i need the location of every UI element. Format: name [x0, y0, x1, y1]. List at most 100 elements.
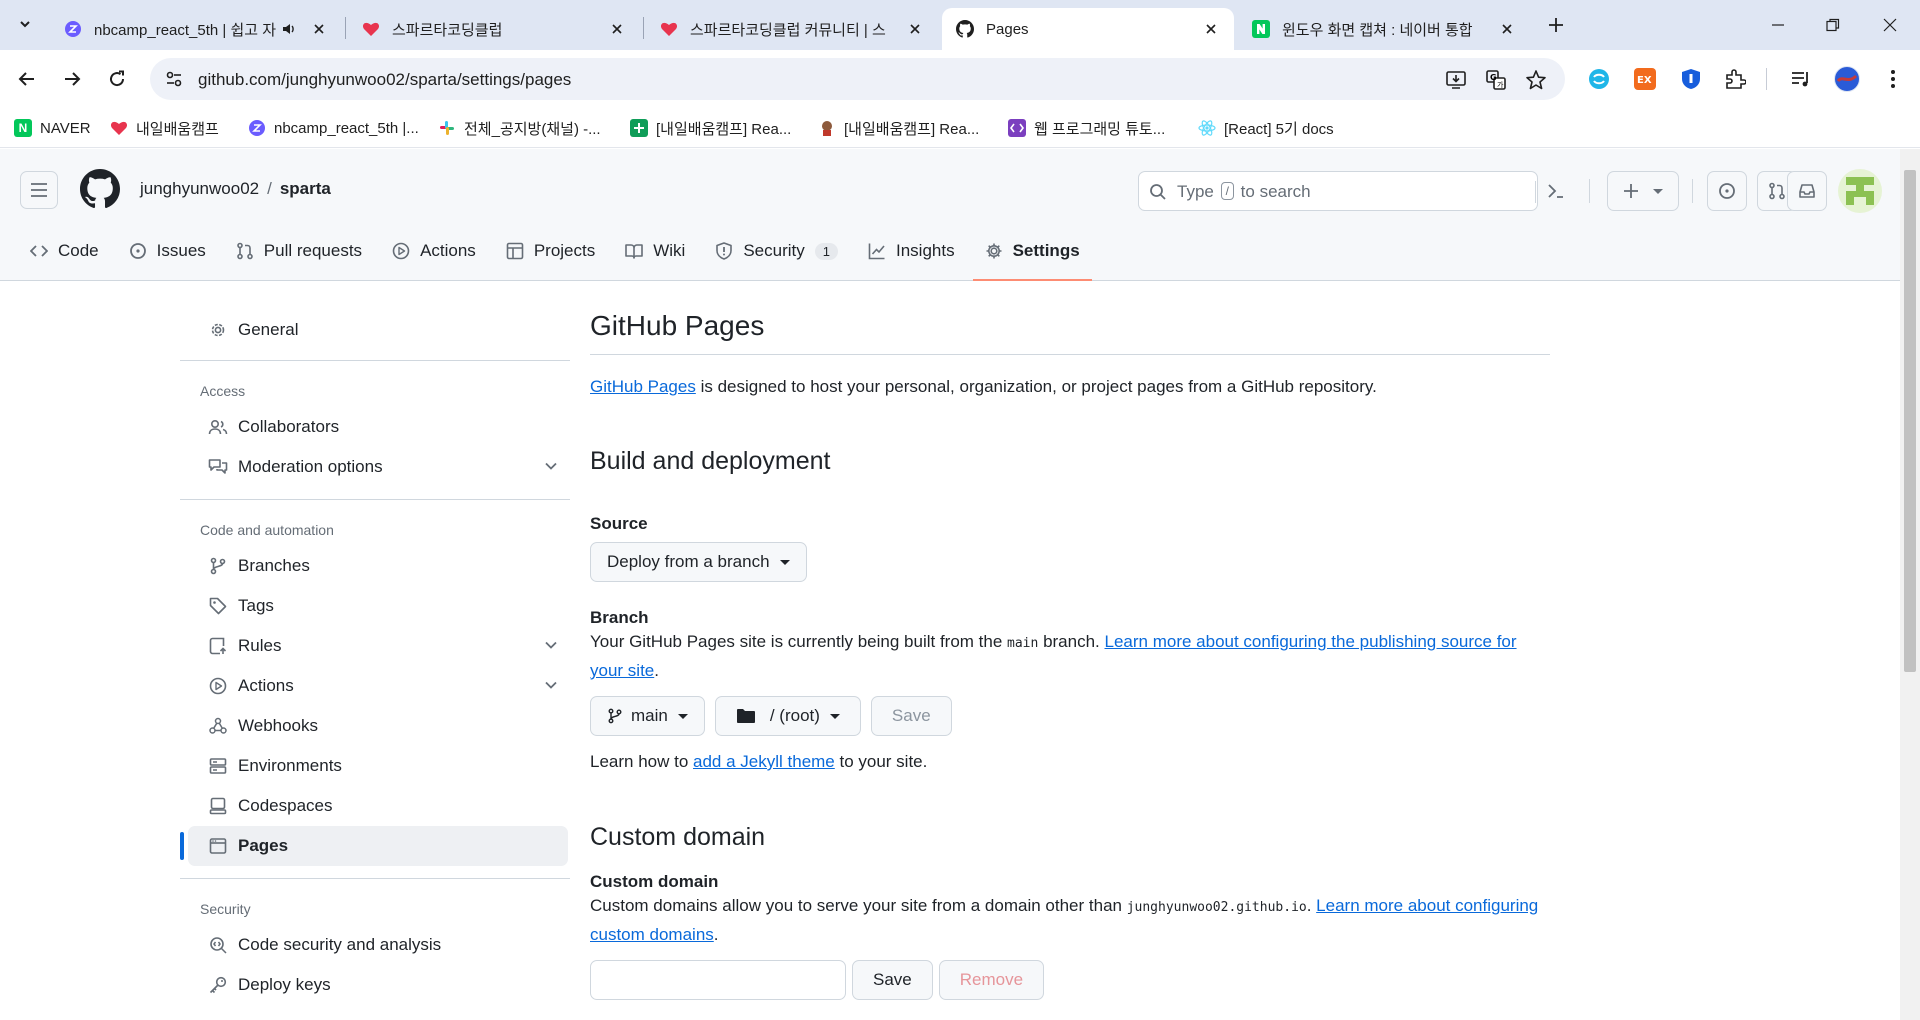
issue-icon — [129, 242, 147, 260]
password-manager-icon[interactable] — [1678, 66, 1704, 92]
close-icon[interactable] — [310, 20, 328, 38]
sidebar-item-branches[interactable]: Branches — [188, 546, 568, 586]
sidebar-item-general[interactable]: General — [188, 310, 568, 350]
sidebar-item-pages[interactable]: Pages — [180, 826, 568, 866]
extension-icon[interactable] — [1586, 66, 1612, 92]
sidebar-item-rules[interactable]: Rules — [188, 626, 568, 666]
browser-tab[interactable]: 윈도우 화면 캡쳐 : 네이버 통합 — [1238, 8, 1530, 50]
command-palette-icon[interactable] — [1547, 182, 1565, 200]
custom-domain-input[interactable] — [590, 960, 846, 1000]
github-logo-icon[interactable] — [80, 169, 120, 209]
bookmark-item[interactable]: [내일배움캠프] Rea... — [818, 116, 979, 140]
bookmark-item[interactable]: 웹 프로그래밍 튜토... — [1008, 116, 1165, 140]
back-button[interactable] — [12, 64, 42, 94]
tab-title: Pages — [986, 20, 1029, 38]
save-domain-button[interactable]: Save — [852, 960, 933, 1000]
repo-owner-link[interactable]: junghyunwoo02 — [140, 179, 259, 198]
sparta-heart-icon — [660, 20, 678, 38]
graph-icon — [868, 242, 886, 260]
url-text[interactable]: github.com/junghyunwoo02/sparta/settings… — [198, 70, 571, 90]
jekyll-theme-link[interactable]: add a Jekyll theme — [693, 752, 835, 771]
search-input[interactable]: Type / to search — [1138, 171, 1563, 211]
bookmark-label: 전체_공지방(채널) -... — [464, 120, 601, 138]
source-select-button[interactable]: Deploy from a branch — [590, 542, 807, 582]
kebab-menu-icon[interactable] — [1880, 66, 1906, 92]
custom-domain-text: Custom domains allow you to serve your s… — [590, 896, 1127, 915]
chevron-down-icon[interactable] — [544, 678, 558, 692]
close-icon[interactable] — [1498, 20, 1516, 38]
media-control-icon[interactable] — [1788, 66, 1814, 92]
inbox-button[interactable] — [1787, 171, 1827, 211]
translate-icon[interactable]: G가 — [1484, 68, 1508, 92]
address-bar[interactable]: github.com/junghyunwoo02/sparta/settings… — [150, 58, 1565, 100]
profile-avatar-icon[interactable] — [1834, 66, 1860, 92]
close-window-button[interactable] — [1877, 12, 1903, 38]
bookmark-item[interactable]: [내일배움캠프] Rea... — [630, 116, 791, 140]
sidebar-item-moderation-options[interactable]: Moderation options — [188, 447, 568, 487]
tab-wiki[interactable]: Wiki — [613, 229, 697, 273]
sidebar-item-tags[interactable]: Tags — [188, 586, 568, 626]
close-icon — [1883, 18, 1897, 32]
tab-issues[interactable]: Issues — [117, 229, 218, 273]
close-icon[interactable] — [1202, 20, 1220, 38]
sidebar-item-label: Deploy keys — [238, 975, 331, 994]
plus-icon — [1624, 184, 1638, 198]
tab-projects[interactable]: Projects — [494, 229, 607, 273]
reload-button[interactable] — [102, 64, 132, 94]
new-tab-button[interactable] — [1543, 12, 1569, 38]
bookmark-item[interactable]: 전체_공지방(채널) -... — [438, 116, 601, 140]
sidebar-item-code-security[interactable]: Code security and analysis — [188, 925, 568, 965]
site-info-icon[interactable] — [164, 69, 184, 89]
user-avatar[interactable] — [1838, 169, 1882, 213]
header-divider — [1589, 179, 1590, 203]
browser-tab[interactable]: 스파르타코딩클럽 — [348, 8, 640, 50]
bookmark-item[interactable]: nbcamp_react_5th |... — [248, 116, 419, 140]
close-icon[interactable] — [608, 20, 626, 38]
bookmark-label: NAVER — [40, 119, 91, 137]
scrollbar-thumb[interactable] — [1904, 170, 1916, 672]
folder-select-button[interactable]: / (root) — [714, 696, 861, 736]
minimize-button[interactable] — [1765, 12, 1791, 38]
sidebar-item-environments[interactable]: Environments — [188, 746, 568, 786]
sidebar-item-collaborators[interactable]: Collaborators — [188, 407, 568, 447]
bookmark-item[interactable]: 내일배움캠프 — [110, 116, 219, 140]
sidebar-item-webhooks[interactable]: Webhooks — [188, 706, 568, 746]
tab-security[interactable]: Security 1 — [703, 229, 850, 273]
browser-tab[interactable]: 스파르타코딩클럽 커뮤니티 | 스 — [646, 8, 938, 50]
sidebar-heading: Code and automation — [200, 522, 334, 538]
save-branch-button[interactable]: Save — [870, 696, 952, 736]
sidebar-item-actions[interactable]: Actions — [188, 666, 568, 706]
remove-domain-button[interactable]: Remove — [938, 960, 1045, 1000]
restore-button[interactable] — [1820, 12, 1846, 38]
bookmark-item[interactable]: [React] 5기 docs — [1198, 116, 1334, 140]
tab-insights[interactable]: Insights — [856, 229, 967, 273]
speaker-icon[interactable] — [280, 20, 298, 38]
ex-extension-icon[interactable]: EX — [1632, 66, 1658, 92]
close-icon[interactable] — [906, 20, 924, 38]
forward-button[interactable] — [57, 64, 87, 94]
tab-settings[interactable]: Settings — [972, 229, 1092, 281]
tab-pull-requests[interactable]: Pull requests — [224, 229, 374, 273]
star-icon[interactable] — [1524, 68, 1548, 92]
sidebar-item-codespaces[interactable]: Codespaces — [188, 786, 568, 826]
puzzle-icon[interactable] — [1722, 66, 1748, 92]
tab-code[interactable]: Code — [18, 229, 111, 273]
github-pages-link[interactable]: GitHub Pages — [590, 377, 696, 396]
browser-tab[interactable]: nbcamp_react_5th | 쉽고 자 — [50, 8, 342, 50]
issues-button[interactable] — [1707, 171, 1747, 211]
browser-tab-active[interactable]: Pages — [942, 8, 1234, 50]
branch-select-button[interactable]: main — [590, 696, 705, 736]
install-app-icon[interactable] — [1444, 68, 1468, 92]
chevron-down-icon[interactable] — [544, 638, 558, 652]
bookmark-item[interactable]: N NAVER — [14, 116, 91, 140]
repo-name-link[interactable]: sparta — [280, 179, 331, 198]
tab-actions[interactable]: Actions — [380, 229, 488, 273]
create-new-button[interactable] — [1607, 171, 1679, 211]
naver-icon — [1252, 20, 1270, 38]
tab-search-button[interactable] — [10, 9, 40, 39]
chevron-down-icon[interactable] — [544, 459, 558, 473]
global-nav-menu-button[interactable] — [20, 171, 58, 209]
sidebar-item-deploy-keys[interactable]: Deploy keys — [188, 965, 568, 1005]
source-value: Deploy from a branch — [607, 552, 770, 571]
play-icon — [208, 677, 228, 695]
